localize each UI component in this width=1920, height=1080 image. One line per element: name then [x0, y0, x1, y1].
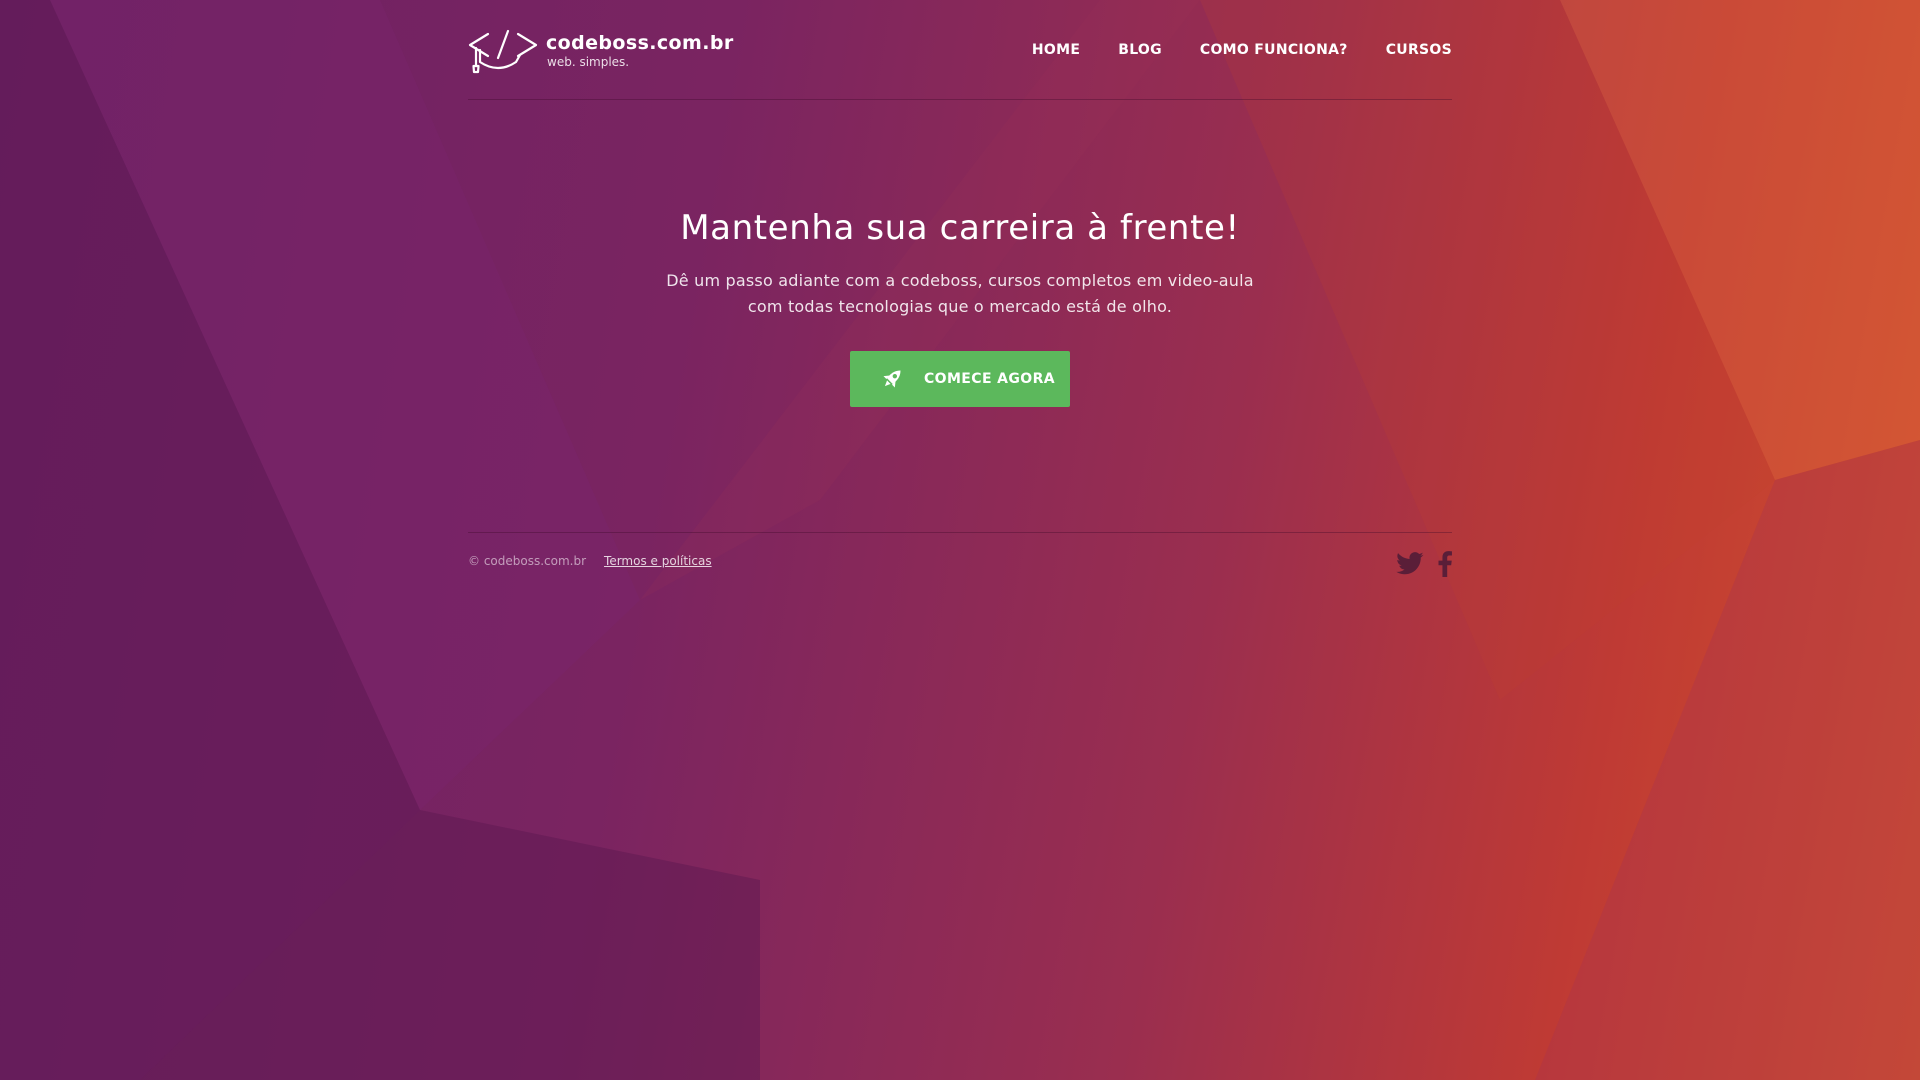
- hero-section: Mantenha sua carreira à frente! Dê um pa…: [468, 200, 1452, 407]
- hero-subtitle-line-2: com todas tecnologias que o mercado está…: [747, 297, 1173, 316]
- rocket-icon: [883, 370, 901, 388]
- main-nav: HOME BLOG COMO FUNCIONA? CURSOS: [1032, 42, 1452, 58]
- logo-text: codeboss.com.br web. simples.: [546, 32, 734, 70]
- nav-como-funciona[interactable]: COMO FUNCIONA?: [1200, 42, 1348, 58]
- twitter-icon: [1396, 552, 1424, 575]
- site-tagline: web. simples.: [547, 55, 630, 69]
- site-footer: © codeboss.com.br Termos e políticas: [468, 532, 1452, 593]
- site-name: codeboss.com.br: [546, 32, 734, 54]
- graduation-cap-code-icon: [468, 29, 538, 74]
- facebook-icon: [1438, 551, 1452, 577]
- start-now-label: COMECE AGORA: [924, 371, 1056, 387]
- nav-cursos[interactable]: CURSOS: [1386, 42, 1452, 58]
- nav-home[interactable]: HOME: [1032, 42, 1080, 58]
- terms-link[interactable]: Termos e políticas: [604, 554, 712, 568]
- social-links: [1396, 551, 1452, 581]
- hero-subtitle-line-1: Dê um passo adiante com a codeboss, curs…: [666, 271, 1254, 290]
- facebook-link[interactable]: [1438, 551, 1452, 581]
- copyright-text: © codeboss.com.br: [468, 554, 587, 568]
- site-header: codeboss.com.br web. simples. HOME BLOG …: [468, 0, 1452, 100]
- footer-left: © codeboss.com.br Termos e políticas: [468, 554, 712, 568]
- page-container: codeboss.com.br web. simples. HOME BLOG …: [468, 0, 1452, 1080]
- hero-title: Mantenha sua carreira à frente!: [680, 208, 1240, 248]
- start-now-button[interactable]: COMECE AGORA: [850, 351, 1070, 407]
- twitter-link[interactable]: [1396, 552, 1424, 580]
- hero-subtitle: Dê um passo adiante com a codeboss, curs…: [468, 268, 1452, 320]
- nav-blog[interactable]: BLOG: [1118, 42, 1162, 58]
- logo-link[interactable]: codeboss.com.br web. simples.: [468, 28, 734, 76]
